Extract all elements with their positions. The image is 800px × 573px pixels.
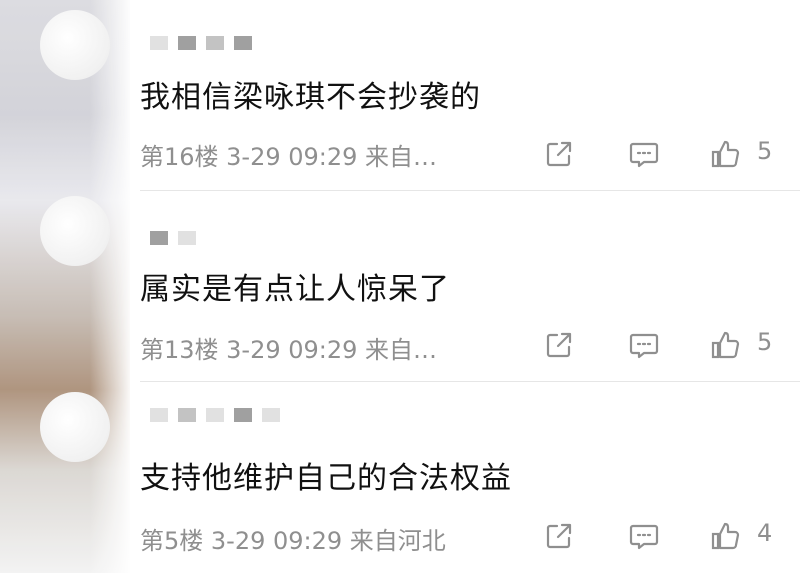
blur-block: [150, 36, 168, 50]
blur-block: [178, 408, 196, 422]
blur-block: [150, 408, 168, 422]
username-blurred[interactable]: [150, 231, 196, 245]
like-count: 4: [757, 519, 773, 547]
comment-icon[interactable]: [628, 138, 660, 170]
thumbs-up-icon[interactable]: [710, 329, 742, 361]
blur-block: [206, 36, 224, 50]
comment-text: 属实是有点让人惊呆了: [140, 272, 450, 307]
avatar[interactable]: [40, 10, 110, 80]
avatar[interactable]: [40, 392, 110, 462]
comment-meta: 第16楼 3-29 09:29 来自…: [140, 143, 438, 171]
comment-meta: 第5楼 3-29 09:29 来自河北: [140, 527, 446, 555]
blur-block: [262, 408, 280, 422]
username-blurred[interactable]: [150, 36, 252, 50]
share-icon[interactable]: [543, 138, 575, 170]
comment-item: 属实是有点让人惊呆了 第13楼 3-29 09:29 来自… 5: [0, 191, 800, 381]
blur-block: [178, 231, 196, 245]
share-icon[interactable]: [543, 520, 575, 552]
thumbs-up-icon[interactable]: [710, 138, 742, 170]
blur-block: [234, 408, 252, 422]
like-count: 5: [757, 328, 773, 356]
blur-block: [150, 231, 168, 245]
username-blurred[interactable]: [150, 408, 280, 422]
blur-block: [178, 36, 196, 50]
comment-text: 支持他维护自己的合法权益: [140, 461, 512, 496]
comment-icon[interactable]: [628, 329, 660, 361]
like-count: 5: [757, 137, 773, 165]
comment-item: 我相信梁咏琪不会抄袭的 第16楼 3-29 09:29 来自… 5: [0, 0, 800, 190]
blur-block: [234, 36, 252, 50]
share-icon[interactable]: [543, 329, 575, 361]
comment-item: 支持他维护自己的合法权益 第5楼 3-29 09:29 来自河北 4: [0, 382, 800, 573]
comment-icon[interactable]: [628, 520, 660, 552]
comment-text: 我相信梁咏琪不会抄袭的: [140, 80, 481, 115]
thumbs-up-icon[interactable]: [710, 520, 742, 552]
comment-meta: 第13楼 3-29 09:29 来自…: [140, 336, 438, 364]
blur-block: [206, 408, 224, 422]
avatar[interactable]: [40, 196, 110, 266]
